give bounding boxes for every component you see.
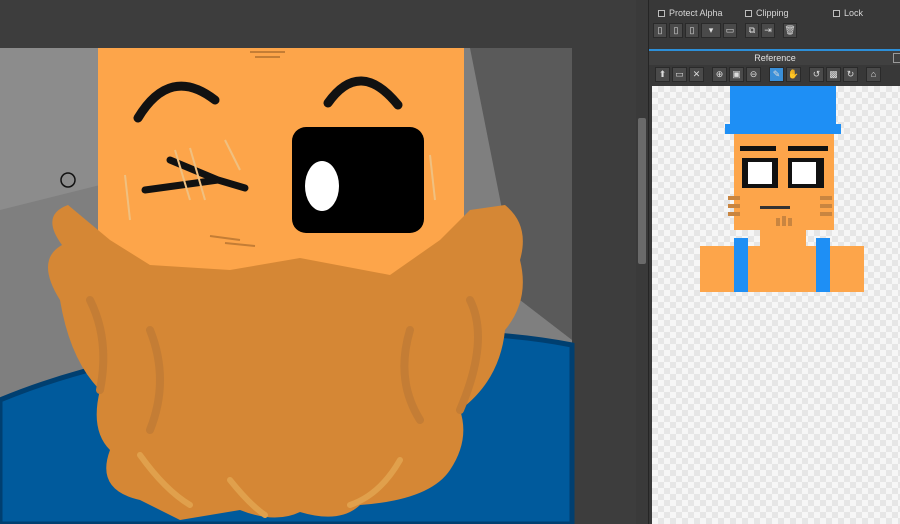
fit-window-icon[interactable]: ▩ — [826, 67, 841, 82]
lock-label: Lock — [844, 8, 864, 18]
reference-panel-header: Reference — [649, 49, 900, 65]
pick-color-icon[interactable]: ✎ — [769, 67, 784, 82]
reference-toolbar: ⬆ ▭ ✕ ⊕ ▣ ⊖ ✎ ✋ ↺ ▩ ↻ ⌂ — [655, 67, 881, 82]
zoom-out-icon[interactable]: ⊖ — [746, 67, 761, 82]
lock-checkbox[interactable] — [833, 9, 840, 17]
fit-icon[interactable]: ▣ — [729, 67, 744, 82]
clipping-option[interactable]: Clipping — [745, 8, 789, 18]
scrollbar-thumb[interactable] — [638, 118, 646, 264]
duplicate-layer-icon[interactable]: ⧉ — [745, 23, 759, 38]
reference-image-canvas[interactable] — [652, 86, 900, 524]
protect-alpha-option[interactable]: Protect Alpha — [658, 8, 723, 18]
canvas-vertical-scrollbar[interactable] — [636, 0, 648, 524]
panel-close-icon[interactable] — [893, 53, 900, 63]
reference-title: Reference — [754, 53, 796, 63]
rotate-right-icon[interactable]: ↻ — [843, 67, 858, 82]
new-layer-from-file-icon[interactable]: ▯ — [685, 23, 699, 38]
right-panel: Protect Alpha Clipping Lock ▯ ▯ ▯ ▾ ▭ ⧉ … — [648, 0, 900, 524]
pixel-character-reference — [700, 86, 864, 292]
lock-option[interactable]: Lock — [833, 8, 863, 18]
new-layer-copy-icon[interactable]: ▯ — [669, 23, 683, 38]
delete-layer-icon[interactable]: 🗑 — [783, 23, 797, 38]
layer-toolbar: ▯ ▯ ▯ ▾ ▭ ⧉ ⇥ 🗑 — [653, 23, 797, 38]
new-folder-icon[interactable]: ▭ — [723, 23, 737, 38]
open-folder-icon[interactable]: ▭ — [672, 67, 687, 82]
drawing-canvas[interactable] — [0, 0, 636, 524]
clipping-label: Clipping — [756, 8, 789, 18]
rotate-left-icon[interactable]: ↺ — [809, 67, 824, 82]
fill-icon[interactable]: ⬆ — [655, 67, 670, 82]
character-illustration — [0, 0, 636, 524]
zoom-in-icon[interactable]: ⊕ — [712, 67, 727, 82]
close-icon[interactable]: ✕ — [689, 67, 704, 82]
pin-icon[interactable]: ⌂ — [866, 67, 881, 82]
clipping-checkbox[interactable] — [745, 9, 752, 17]
layer-mode-dropdown-icon[interactable]: ▾ — [701, 23, 721, 38]
protect-alpha-checkbox[interactable] — [658, 9, 665, 17]
merge-layer-icon[interactable]: ⇥ — [761, 23, 775, 38]
new-layer-icon[interactable]: ▯ — [653, 23, 667, 38]
hand-icon[interactable]: ✋ — [786, 67, 801, 82]
protect-alpha-label: Protect Alpha — [669, 8, 723, 18]
